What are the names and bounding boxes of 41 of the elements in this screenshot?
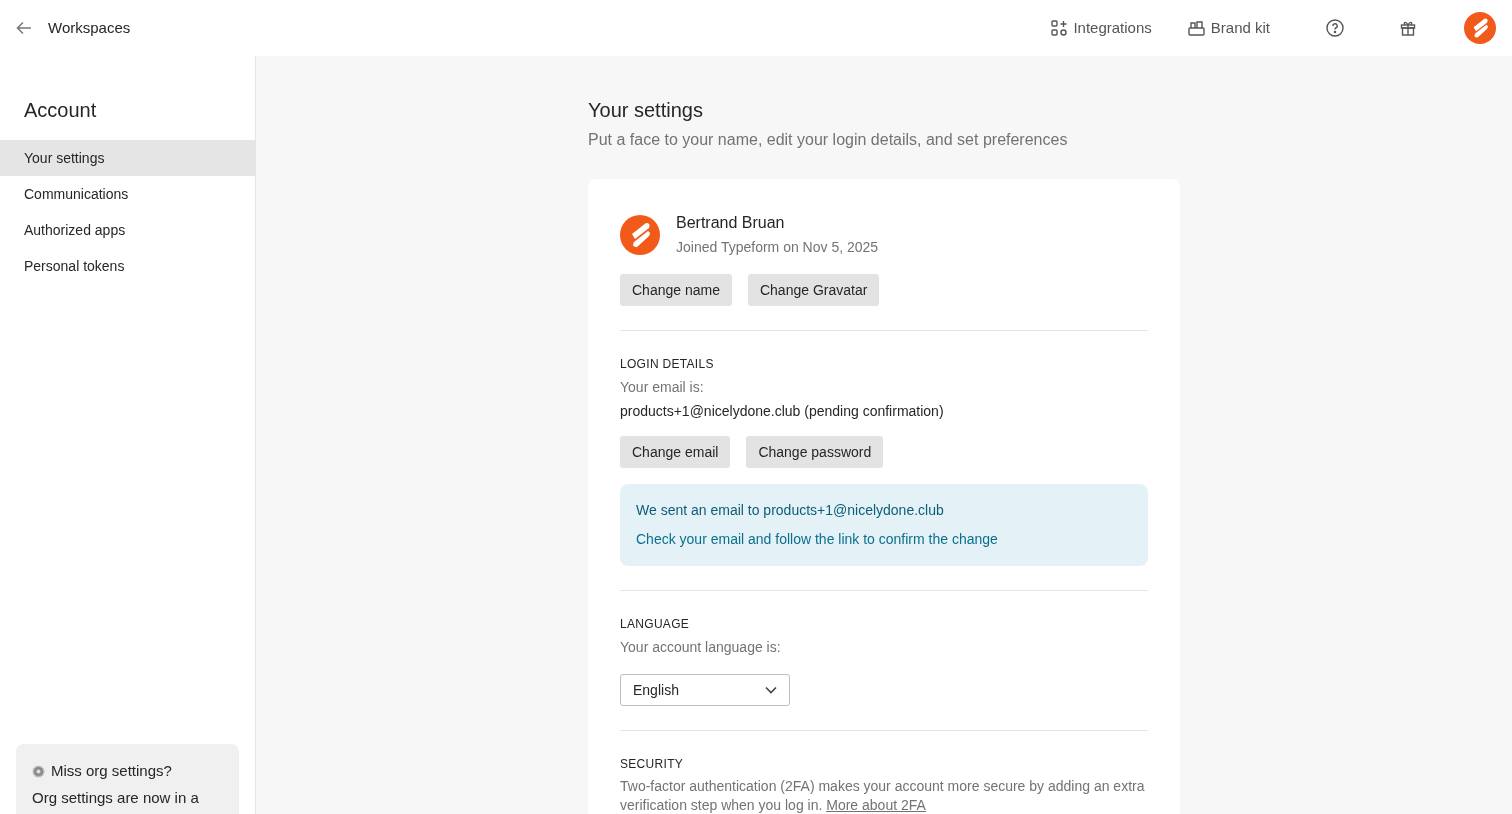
sidebar-title: Account <box>23 98 98 123</box>
learn-more-link[interactable]: More about 2FA <box>826 797 926 813</box>
action-button[interactable]: Change email <box>620 436 731 468</box>
join-date: Joined Typeform on Nov 5, 2025 <box>676 238 879 257</box>
gift-button[interactable] <box>1400 20 1416 36</box>
notice-text: Org settings are now in a <box>32 788 200 807</box>
user-name: Bertrand Bruan <box>676 213 786 233</box>
back-link[interactable]: Workspaces <box>16 16 131 40</box>
gear-icon <box>32 764 45 778</box>
language-select[interactable]: English <box>620 674 790 706</box>
action-button[interactable]: Change password <box>746 436 884 468</box>
alert-text: Check your email and follow the link to confirm the change <box>636 530 999 549</box>
help-icon <box>1326 19 1344 37</box>
alert-title: We sent an email to products+1@nicelydone.club <box>636 501 945 520</box>
avatar-icon <box>1464 12 1496 44</box>
action-button[interactable]: Change Gravatar <box>747 274 880 306</box>
back-arrow-icon <box>16 21 32 35</box>
gift-icon <box>1400 20 1416 36</box>
profile-avatar[interactable] <box>1464 12 1496 44</box>
avatar-icon <box>620 214 660 255</box>
toolbar-link[interactable]: Integrations <box>1051 16 1152 40</box>
action-button[interactable]: Change name <box>620 274 732 306</box>
help-button[interactable] <box>1326 19 1344 37</box>
email-label: Your email is: <box>620 378 705 397</box>
notice-title: Miss org settings? <box>51 761 172 781</box>
page-title: Your settings <box>588 98 704 123</box>
page-subtitle: Put a face to your name, edit your login details, and set preferences <box>588 130 1069 150</box>
section-heading: SECURITY <box>620 756 685 773</box>
section-heading: LOGIN DETAILS <box>620 356 715 373</box>
language-label: Your account language is: <box>620 638 782 657</box>
sidebar-item[interactable]: Your settings <box>0 140 255 176</box>
chevron-icon <box>765 686 777 694</box>
security-text: Two-factor authentication (2FA) makes your account more secure by adding an extra verification step when you log in. More about 2FA <box>620 777 1146 814</box>
toolbar-link[interactable]: Brand kit <box>1187 16 1270 40</box>
sidebar-item[interactable]: Personal tokens <box>0 248 255 284</box>
section-heading: LANGUAGE <box>620 616 691 633</box>
grid-plus-icon <box>1051 20 1068 36</box>
toolbox-icon <box>1187 20 1205 36</box>
sidebar-item[interactable]: Authorized apps <box>0 212 255 248</box>
email-address: products+1@nicelydone.club (pending confirmation) <box>620 402 945 421</box>
sidebar-item[interactable]: Communications <box>0 176 255 212</box>
